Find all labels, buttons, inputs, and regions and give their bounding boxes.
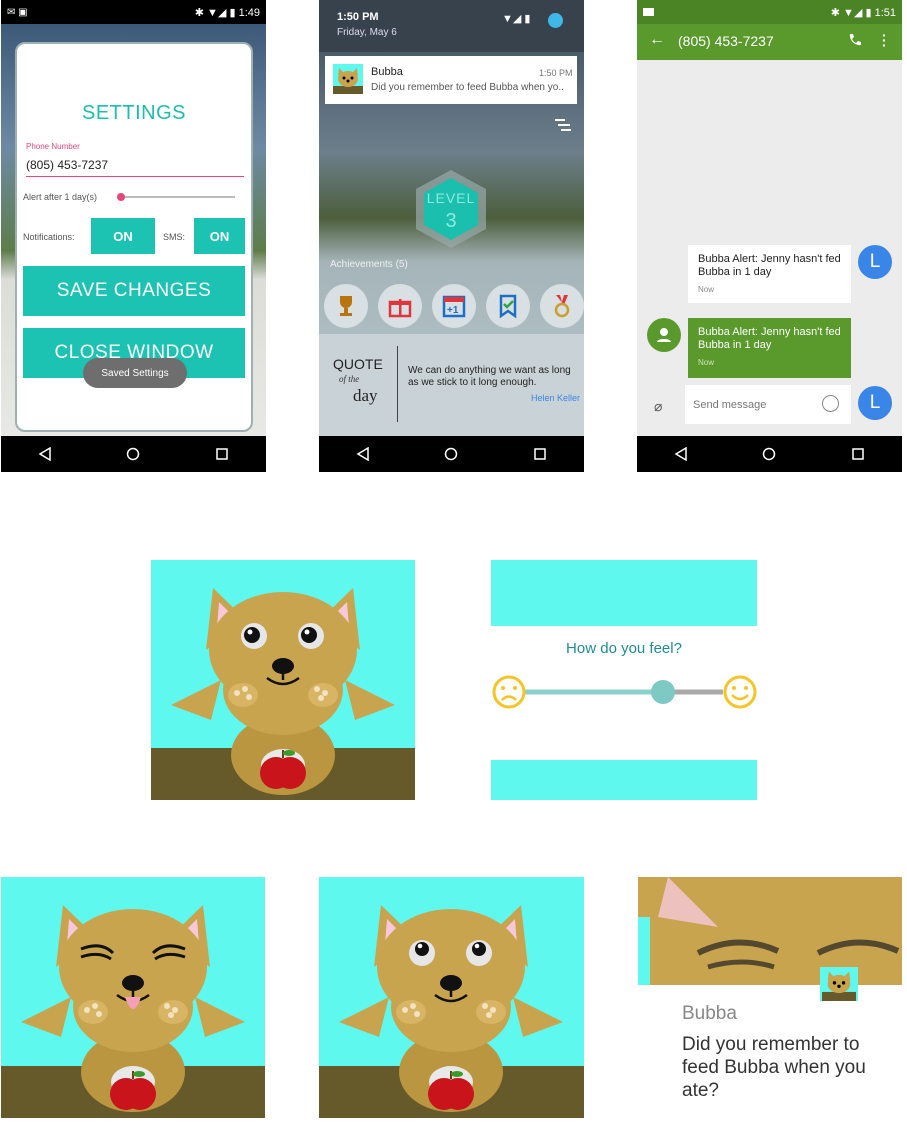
happy-face-icon — [723, 675, 757, 709]
wear-notification[interactable]: Bubba Did you remember to feed Bubba whe… — [638, 877, 902, 1117]
alert-days-label: Alert after 1 day(s) — [23, 192, 98, 202]
save-changes-button[interactable]: SAVE CHANGES — [23, 266, 245, 316]
compose-field[interactable]: Send message — [685, 385, 851, 424]
sms-toggle[interactable]: ON — [194, 218, 245, 254]
quote-title-3: day — [353, 386, 378, 405]
quote-of-the-day-card: QUOTE of the day We can do anything we w… — [319, 334, 584, 436]
home-icon[interactable] — [762, 447, 776, 461]
menu-icon[interactable] — [555, 118, 571, 137]
dog-icon — [337, 903, 565, 1114]
compose-placeholder: Send message — [693, 399, 767, 411]
notification-time: 1:50 PM — [539, 68, 573, 78]
status-time: ✱ ▼◢ ▮ 1:51 — [830, 6, 896, 19]
level-label: LEVEL — [426, 190, 476, 206]
mood-bottom-band — [491, 760, 757, 800]
incoming-message: Bubba Alert: Jenny hasn't fed Bubba in 1… — [688, 245, 851, 303]
mood-slider-thumb — [651, 680, 675, 704]
dog-icon — [169, 586, 397, 797]
mood-tile: How do you feel? — [491, 560, 757, 800]
message-text: Bubba Alert: Jenny hasn't fed Bubba in 1… — [698, 326, 841, 351]
level-value: 3 — [445, 210, 457, 232]
bubba-app-icon — [333, 64, 363, 94]
shade-date: Friday, May 6 — [337, 27, 397, 38]
dog-icon — [19, 903, 247, 1114]
feel-question: How do you feel? — [566, 640, 682, 657]
trophy-icon[interactable] — [324, 284, 368, 328]
nav-bar — [319, 436, 584, 472]
wear-dog-closeup — [638, 877, 902, 985]
dog-tongue-illustration — [1, 877, 265, 1118]
notifications-label: Notifications: — [23, 232, 75, 242]
message-time: Now — [698, 285, 715, 294]
saved-toast: Saved Settings — [83, 358, 187, 388]
shade-time: 1:50 PM — [337, 11, 379, 23]
medal-icon[interactable] — [540, 284, 584, 328]
outgoing-message: Bubba Alert: Jenny hasn't fed Bubba in 1… — [688, 318, 851, 378]
phone-number-field[interactable]: (805) 453-7237 — [26, 157, 244, 177]
sms-phone-screen: ✱ ▼◢ ▮ 1:51 ← (805) 453-7237 · · · Bubba A… — [637, 0, 902, 472]
mood-slider[interactable] — [491, 672, 757, 712]
gift-icon[interactable] — [378, 284, 422, 328]
notification-card[interactable]: Bubba 1:50 PM Did you remember to feed B… — [325, 56, 577, 104]
slider-thumb[interactable] — [117, 193, 125, 201]
account-icon[interactable] — [548, 13, 563, 28]
overflow-menu-icon[interactable]: · · · — [882, 28, 887, 52]
quote-title-1: QUOTE — [333, 356, 383, 372]
notification-shade-header: 1:50 PM Friday, May 6 ▼◢ ▮ — [319, 0, 584, 52]
notification-text: Did you remember to feed Bubba when yo.. — [371, 82, 564, 93]
status-bar: ✱ ▼◢ ▮ 1:51 — [637, 0, 902, 24]
signal-icons: ▼◢ ▮ — [502, 13, 531, 25]
dialog-title: SETTINGS — [81, 102, 186, 124]
wear-app-name: Bubba — [682, 1003, 737, 1024]
dog-surprised-illustration — [319, 877, 584, 1118]
self-avatar-icon — [647, 318, 681, 352]
level-hexagon-icon — [416, 170, 486, 248]
home-icon[interactable] — [126, 447, 140, 461]
settings-dialog: SETTINGS Phone Number (805) 453-7237 Ale… — [15, 42, 253, 432]
settings-phone-screen: ✉ ▣ ✱ ▼◢ ▮ 1:49 SETTINGS Phone Number (8… — [1, 0, 266, 472]
sms-label: SMS: — [163, 232, 186, 242]
back-icon[interactable] — [674, 447, 688, 461]
dog-happy-illustration — [151, 560, 415, 800]
quote-text: We can do anything we want as long as we… — [408, 365, 571, 388]
wear-message: Did you remember to feed Bubba when you … — [682, 1034, 866, 1101]
notification-icons: ✉ ▣ — [7, 6, 28, 18]
back-icon[interactable] — [356, 447, 370, 461]
sad-face-icon — [492, 675, 526, 709]
alert-days-slider[interactable] — [117, 193, 235, 201]
svg-text:+1: +1 — [447, 305, 459, 316]
message-notification-icon — [643, 8, 654, 16]
calendar-plus-one-icon[interactable]: +1 — [432, 284, 476, 328]
status-bar: ✉ ▣ ✱ ▼◢ ▮ 1:49 — [1, 0, 266, 24]
contact-avatar[interactable]: L — [858, 245, 892, 279]
message-time: Now — [698, 358, 715, 367]
home-phone-screen: 1:50 PM Friday, May 6 ▼◢ ▮ Bubba 1:50 PM… — [319, 0, 584, 472]
emoji-icon[interactable] — [822, 395, 839, 412]
back-icon[interactable] — [38, 447, 52, 461]
home-icon[interactable] — [444, 447, 458, 461]
send-avatar[interactable]: L — [858, 386, 892, 420]
quote-title-2: of the — [339, 374, 360, 384]
recents-icon[interactable] — [851, 447, 865, 461]
achievements-label: Achievements (5) — [330, 259, 408, 270]
notifications-toggle[interactable]: ON — [91, 218, 155, 254]
back-arrow-icon[interactable]: ← — [649, 31, 665, 49]
recents-icon[interactable] — [215, 447, 229, 461]
phone-number-label: Phone Number — [26, 142, 80, 151]
status-time: ✱ ▼◢ ▮ 1:49 — [194, 6, 260, 19]
conversation-title: (805) 453-7237 — [678, 33, 774, 49]
nav-bar — [637, 436, 902, 472]
recents-icon[interactable] — [533, 447, 547, 461]
mood-top-band — [491, 560, 757, 626]
sms-toolbar: ✱ ▼◢ ▮ 1:51 ← (805) 453-7237 · · · — [637, 0, 902, 60]
phone-call-icon[interactable] — [847, 33, 861, 52]
quote-author: Helen Keller — [530, 393, 580, 403]
nav-bar — [1, 436, 266, 472]
message-text: Bubba Alert: Jenny hasn't fed Bubba in 1… — [698, 253, 841, 278]
bookmark-check-icon[interactable] — [486, 284, 530, 328]
bubba-app-icon — [820, 967, 858, 1001]
notification-app: Bubba — [371, 66, 403, 78]
quote-divider — [397, 346, 398, 422]
attach-icon[interactable]: ⌀ — [654, 398, 662, 415]
